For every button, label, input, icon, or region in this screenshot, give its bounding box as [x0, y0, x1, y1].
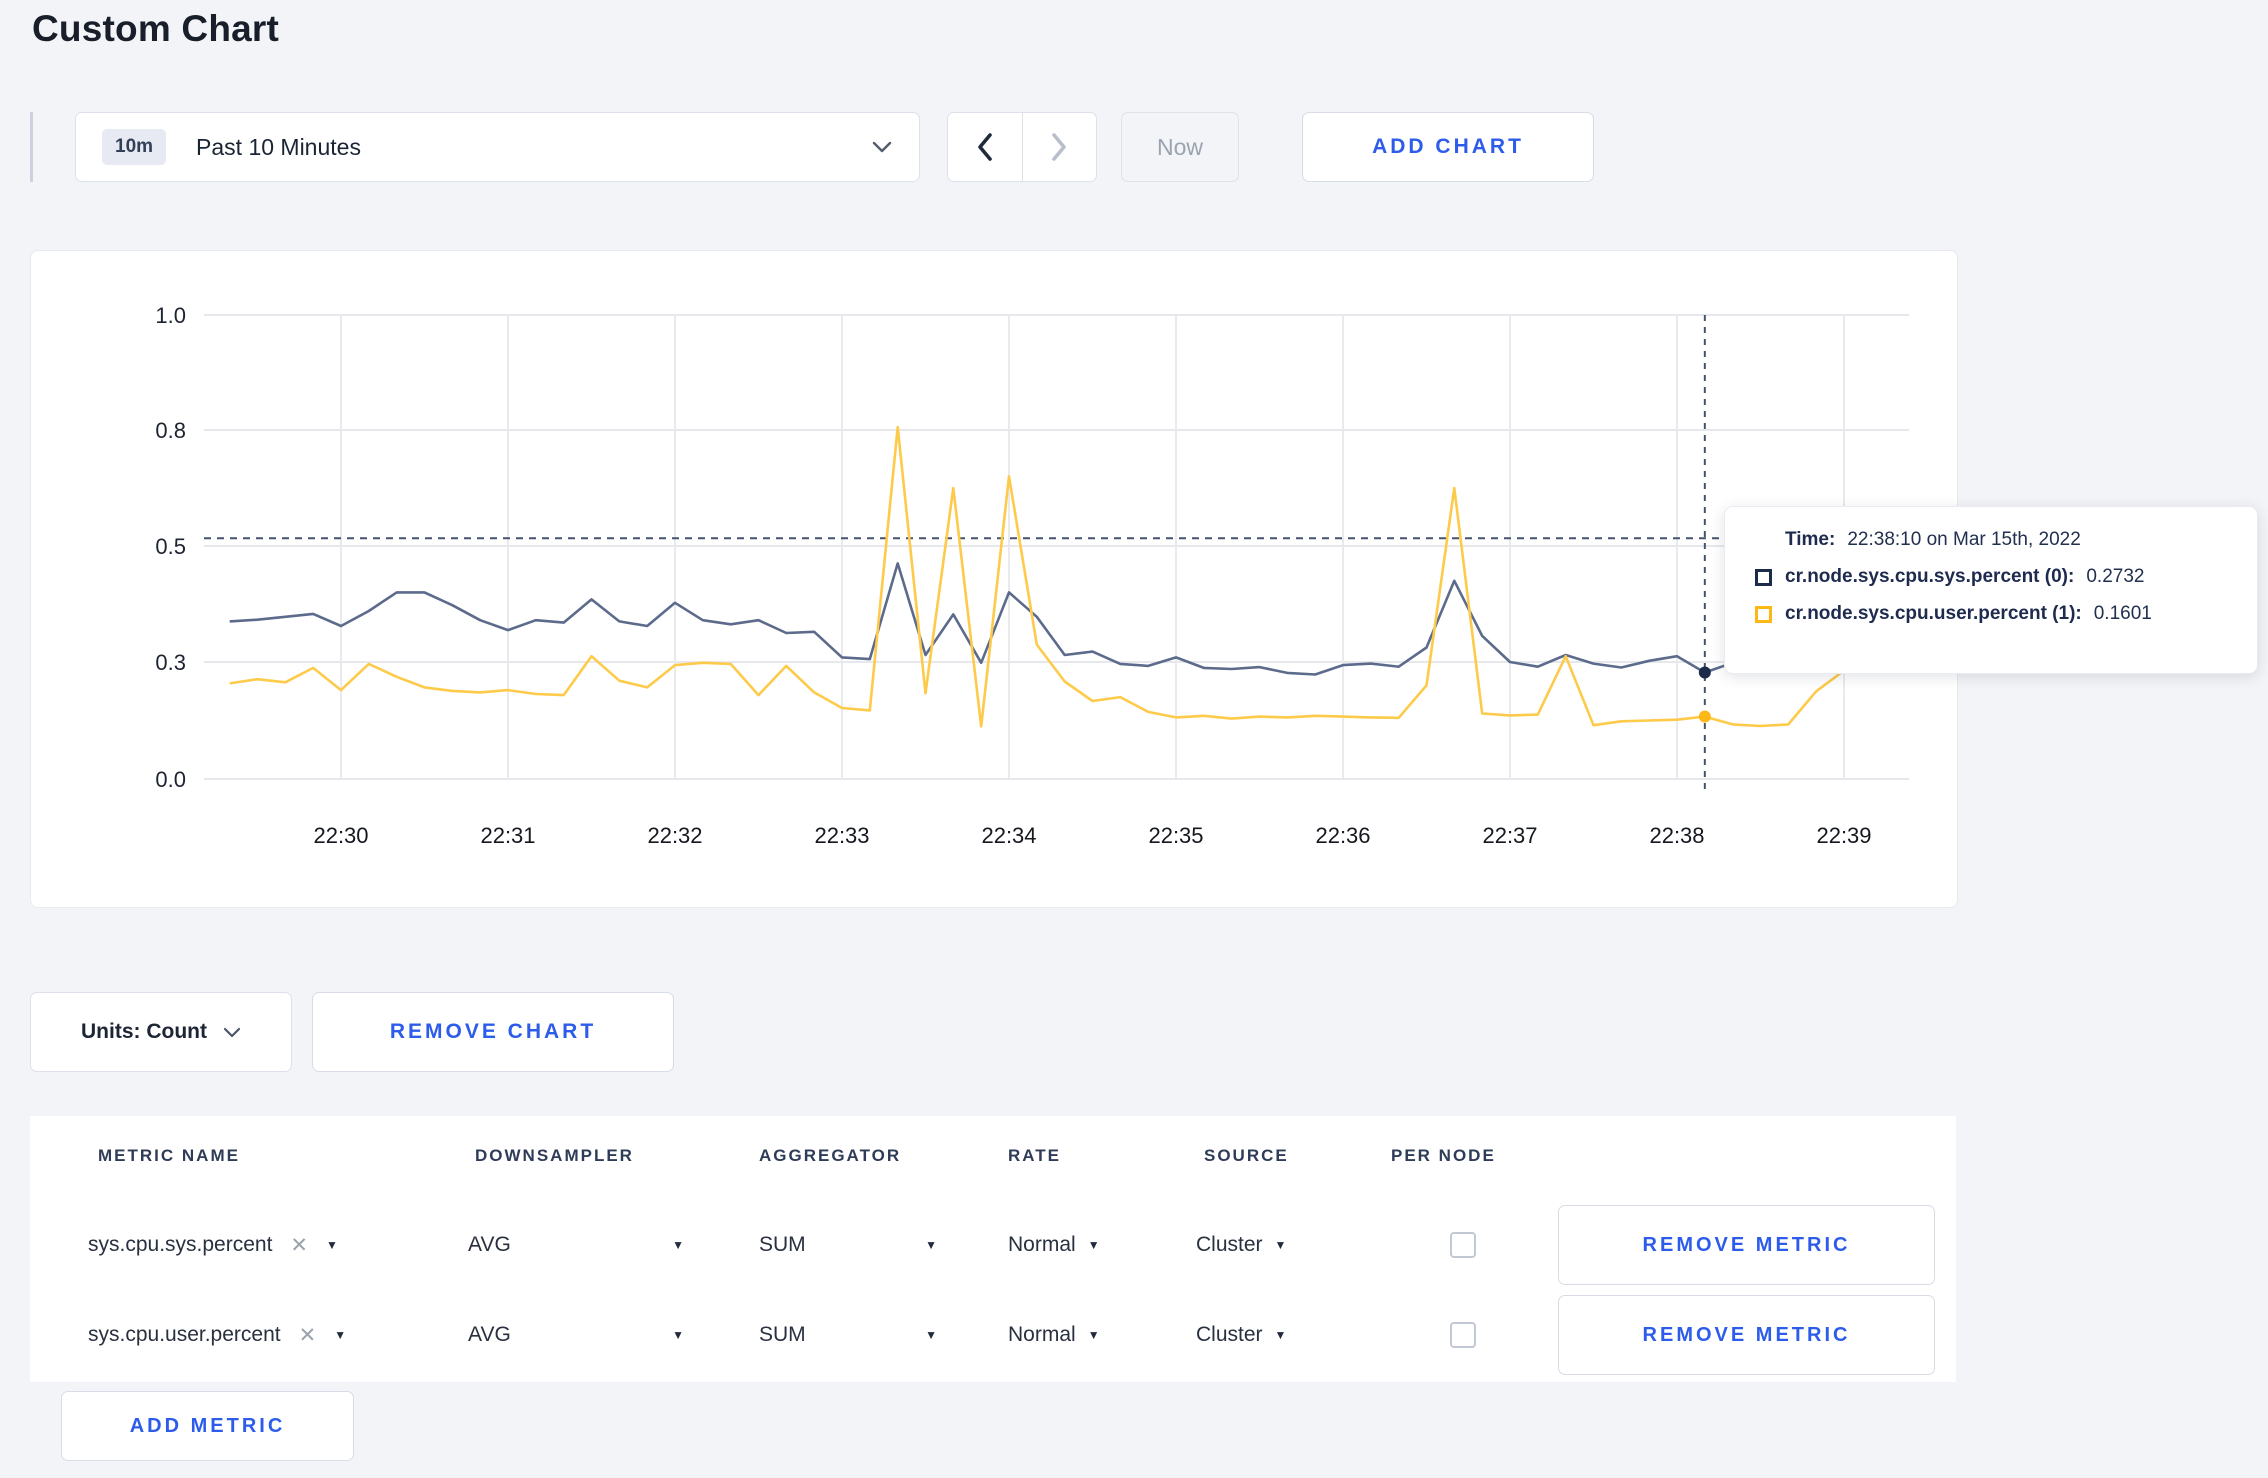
svg-text:22:35: 22:35 [1148, 823, 1203, 848]
next-time-button[interactable] [1021, 113, 1097, 181]
svg-text:0.5: 0.5 [155, 534, 186, 559]
source-select[interactable]: Cluster ▼ [1196, 1290, 1286, 1380]
tooltip-series-name: cr.node.sys.cpu.sys.percent (0): [1785, 566, 2075, 587]
table-row: sys.cpu.user.percent ✕ ▼ AVG ▼ SUM ▼ Nor… [30, 1290, 1956, 1380]
chevron-right-icon [1052, 133, 1067, 161]
svg-text:0.8: 0.8 [155, 418, 186, 443]
column-header-per-node: PER NODE [1391, 1146, 1496, 1165]
tooltip-time-value: 22:38:10 on Mar 15th, 2022 [1847, 529, 2081, 550]
remove-metric-button[interactable]: REMOVE METRIC [1558, 1205, 1935, 1285]
tooltip-series-value: 0.1601 [2093, 603, 2152, 624]
downsampler-select[interactable]: AVG ▼ [468, 1290, 684, 1380]
caret-down-icon: ▼ [1274, 1238, 1287, 1252]
metric-name-value: sys.cpu.sys.percent [88, 1233, 273, 1256]
svg-text:22:37: 22:37 [1482, 823, 1537, 848]
chevron-down-icon [223, 1027, 241, 1037]
per-node-checkbox[interactable] [1450, 1232, 1476, 1258]
tooltip-time-row: Time: 22:38:10 on Mar 15th, 2022 [1755, 529, 2257, 551]
svg-text:0.0: 0.0 [155, 767, 186, 792]
column-header-aggregator: AGGREGATOR [759, 1146, 902, 1165]
units-dropdown[interactable]: Units: Count [30, 992, 292, 1072]
svg-text:22:31: 22:31 [480, 823, 535, 848]
caret-down-icon: ▼ [672, 1328, 684, 1342]
caret-down-icon: ▼ [1087, 1238, 1100, 1252]
table-row: sys.cpu.sys.percent ✕ ▼ AVG ▼ SUM ▼ Norm… [30, 1200, 1956, 1290]
aggregator-select[interactable]: SUM ▼ [759, 1200, 937, 1290]
metrics-table: METRIC NAME DOWNSAMPLER AGGREGATOR RATE … [30, 1116, 1956, 1382]
remove-chart-button[interactable]: REMOVE CHART [312, 992, 674, 1072]
per-node-checkbox[interactable] [1450, 1322, 1476, 1348]
downsampler-select[interactable]: AVG ▼ [468, 1200, 684, 1290]
add-chart-button[interactable]: ADD CHART [1302, 112, 1594, 182]
metric-name-select[interactable]: sys.cpu.user.percent ✕ ▼ [88, 1290, 346, 1380]
svg-text:22:36: 22:36 [1315, 823, 1370, 848]
time-range-label: Past 10 Minutes [196, 133, 361, 160]
clear-metric-icon[interactable]: ✕ [299, 1323, 317, 1348]
caret-down-icon: ▼ [1087, 1328, 1100, 1342]
page-title: Custom Chart [32, 8, 280, 49]
aggregator-select[interactable]: SUM ▼ [759, 1290, 937, 1380]
user-series-swatch-icon [1755, 605, 1772, 623]
source-select[interactable]: Cluster ▼ [1196, 1200, 1286, 1290]
svg-text:22:30: 22:30 [313, 823, 368, 848]
metric-name-select[interactable]: sys.cpu.sys.percent ✕ ▼ [88, 1200, 338, 1290]
remove-metric-button[interactable]: REMOVE METRIC [1558, 1295, 1935, 1375]
svg-text:22:33: 22:33 [814, 823, 869, 848]
column-header-metric-name: METRIC NAME [98, 1146, 240, 1165]
time-range-badge: 10m [102, 129, 167, 165]
svg-text:0.3: 0.3 [155, 650, 186, 675]
caret-down-icon: ▼ [1274, 1328, 1287, 1342]
caret-down-icon: ▼ [925, 1238, 937, 1252]
time-step-button-group [947, 112, 1097, 182]
chevron-down-icon [871, 140, 893, 154]
column-header-source: SOURCE [1204, 1146, 1289, 1165]
metric-name-value: sys.cpu.user.percent [88, 1323, 281, 1346]
svg-text:22:34: 22:34 [981, 823, 1036, 848]
chevron-left-icon [977, 133, 992, 161]
caret-down-icon: ▼ [925, 1328, 937, 1342]
caret-down-icon: ▼ [326, 1238, 338, 1252]
tooltip-series-value: 0.2732 [2086, 566, 2145, 587]
caret-down-icon: ▼ [672, 1238, 684, 1252]
svg-text:22:32: 22:32 [647, 823, 702, 848]
svg-text:22:39: 22:39 [1816, 823, 1871, 848]
chart-hover-tooltip: Time: 22:38:10 on Mar 15th, 2022 cr.node… [1724, 506, 2258, 674]
units-label: Units: Count [81, 1020, 207, 1043]
toolbar-divider [30, 112, 33, 182]
previous-time-button[interactable] [948, 113, 1022, 181]
time-range-dropdown[interactable]: 10m Past 10 Minutes [75, 112, 920, 182]
svg-text:1.0: 1.0 [155, 303, 186, 328]
caret-down-icon: ▼ [334, 1328, 347, 1342]
svg-text:22:38: 22:38 [1649, 823, 1704, 848]
rate-select[interactable]: Normal ▼ [1008, 1290, 1100, 1380]
tooltip-time-label: Time: [1785, 529, 1836, 550]
column-header-downsampler: DOWNSAMPLER [475, 1146, 634, 1165]
rate-select[interactable]: Normal ▼ [1008, 1200, 1100, 1290]
clear-metric-icon[interactable]: ✕ [290, 1233, 308, 1258]
now-button[interactable]: Now [1121, 112, 1239, 182]
tooltip-series-row: cr.node.sys.cpu.user.percent (1): 0.1601 [1755, 603, 2257, 625]
tooltip-series-row: cr.node.sys.cpu.sys.percent (0): 0.2732 [1755, 566, 2257, 588]
add-metric-button[interactable]: ADD METRIC [61, 1391, 354, 1461]
chart-panel[interactable]: 0.0 0.3 0.5 0.8 1.0 22:30 22:31 22:32 22:33 22:34… [30, 250, 1958, 908]
column-header-rate: RATE [1008, 1146, 1062, 1165]
tooltip-series-name: cr.node.sys.cpu.user.percent (1): [1785, 603, 2082, 624]
sys-series-swatch-icon [1755, 568, 1772, 586]
timeseries-chart: 0.0 0.3 0.5 0.8 1.0 22:30 22:31 22:32 22:33 22:34… [155, 303, 1909, 848]
